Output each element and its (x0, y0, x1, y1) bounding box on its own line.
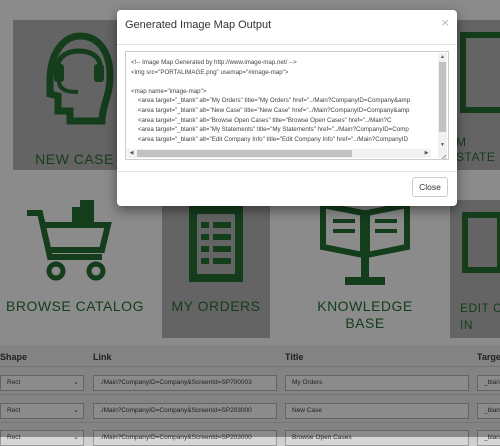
image-map-output-dialog: Generated Image Map Output × <!-- Image … (117, 10, 457, 206)
code-line: <area target="_blank" alt="My Statements… (131, 126, 409, 134)
code-line: <area target="_blank" alt="Edit Company … (131, 135, 408, 143)
code-line: <img src="PORTALIMAGE.png" usemap="#imag… (131, 68, 289, 76)
code-output-textarea[interactable]: <!-- Image Map Generated by http://www.i… (125, 51, 449, 160)
resize-handle-icon[interactable] (438, 149, 447, 159)
code-line: <!-- Image Map Generated by http://www.i… (131, 59, 297, 66)
dialog-title: Generated Image Map Output (125, 19, 272, 31)
vertical-scrollbar[interactable]: ▲ ▼ (438, 53, 447, 149)
dialog-header: Generated Image Map Output × (117, 10, 457, 45)
scroll-left-icon[interactable]: ◀ (127, 149, 136, 158)
code-line: <area target="_blank" alt="My Orders" ti… (131, 97, 411, 105)
code-line: <map name="image-map"> (131, 87, 207, 95)
dialog-footer-divider (117, 171, 457, 172)
code-line: <area target="_blank" alt="Browse Open C… (131, 116, 392, 124)
horizontal-scrollbar[interactable]: ◀ ▶ (127, 149, 431, 158)
code-lines: <!-- Image Map Generated by http://www.i… (131, 58, 438, 144)
scrollbar-thumb[interactable] (439, 62, 446, 132)
code-line: <area target="_blank" alt="New Case" tit… (131, 106, 410, 114)
close-button[interactable]: Close (412, 177, 448, 197)
close-icon[interactable]: × (441, 16, 449, 30)
scroll-down-icon[interactable]: ▼ (438, 141, 447, 149)
scroll-right-icon[interactable]: ▶ (422, 149, 431, 158)
scrollbar-thumb[interactable] (137, 150, 352, 157)
resize-grip-icon (441, 154, 447, 159)
scroll-up-icon[interactable]: ▲ (438, 53, 447, 61)
